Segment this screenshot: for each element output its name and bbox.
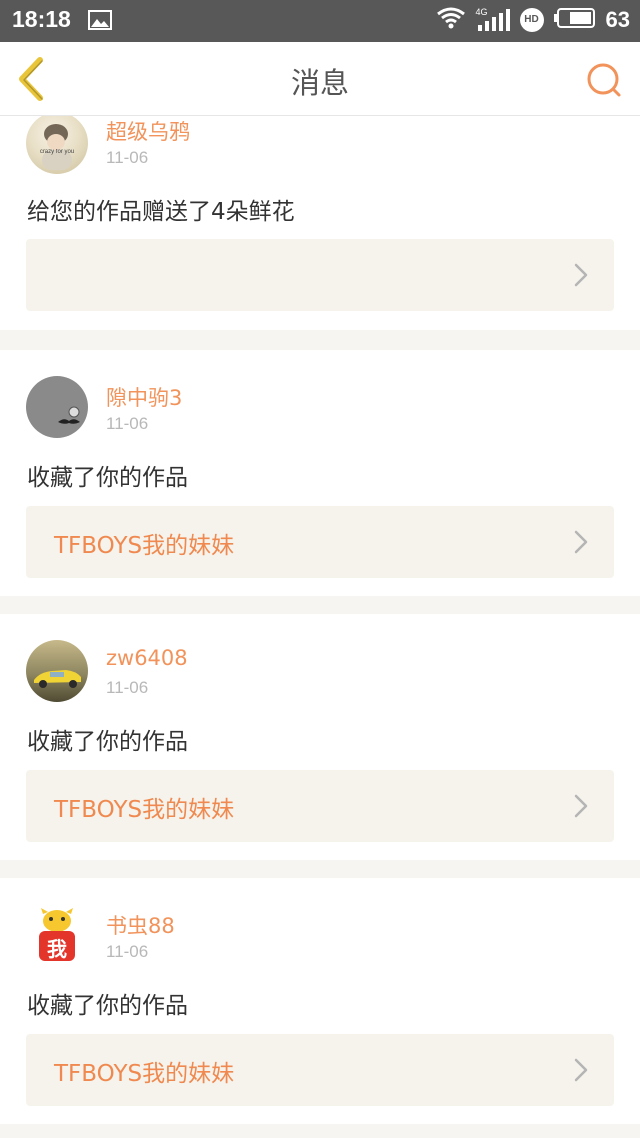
message-text: 收藏了你的作品 (27, 993, 188, 1019)
work-link[interactable]: TFBOYS我的妹妹 (26, 770, 614, 842)
username[interactable]: zw6408 (106, 646, 188, 670)
username[interactable]: 超级乌鸦 (106, 116, 190, 146)
work-link[interactable] (26, 239, 614, 311)
status-time: 18:18 (12, 6, 71, 32)
avatar-caption: crazy for you (39, 149, 75, 155)
message-text: 收藏了你的作品 (27, 729, 188, 755)
message-card: 我 书虫88 11-06 收藏了你的作品 TFBOYS我的妹妹 (0, 878, 640, 1124)
avatar-image (42, 124, 72, 170)
username[interactable]: 书虫88 (106, 910, 175, 940)
work-title: TFBOYS我的妹妹 (54, 533, 235, 559)
timestamp: 11-06 (106, 148, 149, 167)
timestamp: 11-06 (106, 942, 149, 961)
search-icon (587, 63, 621, 97)
message-card: zw6408 11-06 收藏了你的作品 TFBOYS我的妹妹 (0, 614, 640, 860)
avatar[interactable]: 我 (26, 904, 88, 966)
work-title: TFBOYS我的妹妹 (54, 1061, 235, 1087)
work-title: TFBOYS我的妹妹 (54, 797, 235, 823)
avatar-badge: 我 (47, 937, 67, 961)
timestamp: 11-06 (106, 678, 149, 697)
status-bar: 18:18 4G HD 63 (0, 0, 640, 42)
avatar[interactable] (26, 376, 88, 438)
image-icon (88, 10, 112, 34)
chevron-right-icon (574, 263, 588, 287)
nav-bar: 消息 (0, 42, 640, 116)
avatar-image (34, 670, 81, 688)
chevron-right-icon (574, 530, 588, 554)
battery-icon (553, 7, 596, 33)
signal-icon: 4G (476, 7, 510, 33)
work-link[interactable]: TFBOYS我的妹妹 (26, 506, 614, 578)
message-list[interactable]: crazy for you 超级乌鸦 11-06 给您的作品赠送了4朵鲜花 隙中… (0, 116, 640, 1138)
search-button[interactable] (584, 60, 624, 100)
wifi-icon (436, 6, 466, 34)
hd-icon: HD (519, 8, 544, 32)
message-text: 收藏了你的作品 (27, 465, 188, 491)
work-link[interactable]: TFBOYS我的妹妹 (26, 1034, 614, 1106)
page-title: 消息 (290, 66, 349, 100)
chevron-right-icon (574, 1058, 588, 1082)
message-card: crazy for you 超级乌鸦 11-06 给您的作品赠送了4朵鲜花 (0, 116, 640, 330)
timestamp: 11-06 (106, 414, 149, 433)
avatar-image (58, 406, 80, 424)
battery-level: 63 (605, 7, 630, 32)
avatar[interactable] (26, 640, 88, 702)
avatar[interactable]: crazy for you (26, 116, 88, 174)
username[interactable]: 隙中驹3 (106, 382, 182, 412)
message-card: 隙中驹3 11-06 收藏了你的作品 TFBOYS我的妹妹 (0, 350, 640, 596)
chevron-right-icon (574, 794, 588, 818)
message-text: 给您的作品赠送了4朵鲜花 (27, 199, 295, 225)
